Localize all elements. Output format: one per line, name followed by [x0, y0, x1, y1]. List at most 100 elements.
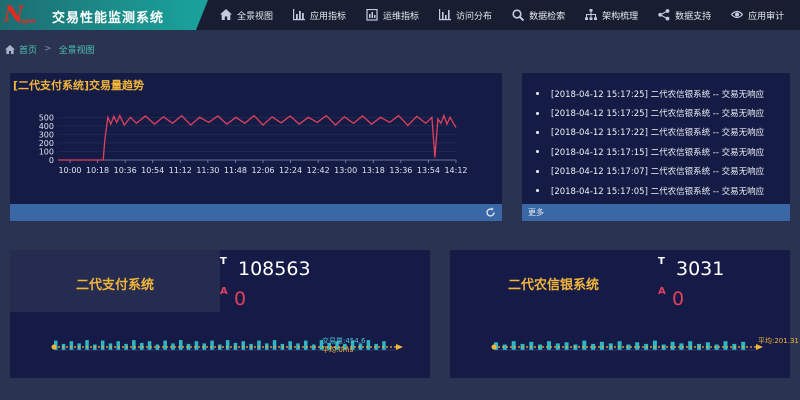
alert-log-text: [2018-04-12 15:17:15] 二代农信银系统 -- 交易无响应 [551, 147, 765, 158]
t-metric-label: T [220, 256, 227, 267]
alert-log-item[interactable]: [2018-04-12 15:17:22] 二代农信银系统 -- 交易无响应 [536, 123, 764, 142]
nav-item-6[interactable]: 架构梳理 [575, 0, 648, 30]
x-tick-label: 13:18 [362, 166, 385, 175]
alert-log-item[interactable]: [2018-04-12 15:17:07] 二代农信银系统 -- 交易无响应 [536, 162, 764, 181]
share-icon [658, 9, 670, 21]
sparkline-bar [116, 341, 120, 350]
alert-log-item[interactable]: [2018-04-12 15:17:15] 二代农信银系统 -- 交易无响应 [536, 142, 764, 161]
sparkline-bar [599, 341, 604, 351]
x-tick-label: 11:30 [196, 166, 219, 175]
sparkline-bar [741, 341, 746, 351]
system-name: 二代支付系统 [76, 278, 155, 293]
sparkline-bar [304, 340, 308, 350]
sparkline-bar [100, 340, 105, 350]
app-title: 交易性能监测系统 [52, 11, 165, 26]
top-navigation-bar: N tapm 交易性能监测系统 全景视图 应用指标 运维指标 访问分布 数据检索 架构梳理… [0, 0, 800, 30]
x-tick-label: 13:54 [417, 166, 440, 175]
y-tick-label: 100 [39, 147, 54, 156]
alert-log-text: [2018-04-12 15:17:25] 二代农信银系统 -- 交易无响应 [551, 109, 765, 120]
nav-item-label: 数据支持 [675, 11, 712, 22]
system-name: 二代农信银系统 [508, 278, 600, 293]
a-metric-label: A [220, 286, 228, 297]
nav-item-8[interactable]: 应用审计 [721, 0, 794, 30]
breadcrumb-separator: > [44, 44, 52, 54]
column-chart-icon [439, 9, 452, 21]
sparkline-bar [564, 342, 569, 350]
sparkline-bar [194, 341, 199, 350]
system-card-payment[interactable]: 二代支付系统 T 108563 A 0 交易量:454.6 平均:0ms [10, 250, 430, 378]
nav-item-1[interactable]: 全景视图 [210, 0, 283, 30]
sparkline-bar [69, 341, 74, 350]
nav-item-5[interactable]: 数据检索 [502, 0, 575, 30]
alert-log-text: [2018-04-12 15:17:05] 二代农信银系统 -- 交易无响应 [551, 186, 765, 197]
x-tick-label: 13:36 [389, 166, 412, 175]
bullet-icon [536, 111, 539, 115]
a-metric-value: 0 [672, 288, 685, 310]
refresh-icon[interactable] [485, 207, 496, 218]
sparkline-bar [272, 340, 277, 350]
sparkline-bar [210, 340, 214, 350]
alert-log-item[interactable]: [2018-04-12 15:17:25] 二代农信银系统 -- 交易无响应 [536, 84, 764, 103]
bullet-icon [536, 92, 539, 96]
x-tick-label: 12:24 [279, 166, 302, 175]
alert-log-text: [2018-04-12 15:17:25] 二代农信银系统 -- 交易无响应 [551, 89, 765, 100]
x-tick-label: 12:42 [307, 166, 330, 175]
nav-item-7[interactable]: 数据支持 [648, 0, 721, 30]
alert-log-footer: 更多 [522, 204, 790, 221]
alert-log-item[interactable]: [2018-04-12 15:17:25] 二代农信银系统 -- 交易无响应 [536, 103, 764, 122]
nav-item-4[interactable]: 访问分布 [429, 0, 502, 30]
sparkline-bar [617, 341, 622, 350]
nav-item-label: 运维指标 [383, 11, 420, 22]
sparkline-bar [511, 341, 516, 350]
breadcrumb-current: 全景视图 [58, 45, 95, 56]
x-tick-label: 13:00 [334, 166, 357, 175]
bullet-icon [536, 169, 539, 173]
more-link[interactable]: 更多 [528, 207, 544, 218]
nav-item-3[interactable]: 运维指标 [356, 0, 429, 30]
sparkline-bar [582, 340, 587, 350]
alert-log-list: [2018-04-12 15:17:25] 二代农信银系统 -- 交易无响应 [2… [536, 84, 764, 200]
breadcrumb: 首页 > 全景视图 [0, 40, 800, 58]
system-sparkline [491, 340, 763, 351]
breadcrumb-home-link[interactable]: 首页 [19, 43, 37, 56]
nav-item-label: 访问分布 [456, 11, 493, 22]
sparkline-bar [288, 341, 292, 350]
x-tick-label: 11:48 [224, 166, 247, 175]
sparkline-bar [241, 341, 245, 350]
sparkline-label-average: 平均:0ms [322, 346, 354, 354]
nav-item-2[interactable]: 应用指标 [283, 0, 356, 30]
bullet-icon [536, 189, 539, 193]
nav-item-label: 架构梳理 [602, 11, 639, 22]
brand-area[interactable]: N tapm 交易性能监测系统 [0, 0, 196, 30]
system-sparkline [51, 340, 403, 351]
alert-log-item[interactable]: [2018-04-12 15:17:05] 二代农信银系统 -- 交易无响应 [536, 181, 764, 200]
nav-item-label: 应用指标 [310, 11, 347, 22]
trend-panel: [二代支付系统]交易量趋势 0 100 200 300 400 500 10:00 10:18… [10, 73, 502, 221]
nav-item-label: 全景视图 [237, 11, 274, 22]
sparkline-start-dot [491, 344, 497, 350]
sparkline-bar [147, 341, 152, 350]
bullet-icon [536, 150, 539, 154]
x-tick-label: 12:06 [251, 166, 274, 175]
eye-icon [731, 10, 744, 19]
sparkline-bar [225, 340, 230, 350]
bullet-icon [536, 130, 539, 134]
a-metric-label: A [658, 286, 666, 297]
home-icon [220, 9, 232, 20]
trend-panel-footer [10, 204, 502, 221]
report-icon [366, 9, 378, 21]
sitemap-icon [585, 9, 598, 20]
x-tick-label: 10:18 [86, 166, 109, 175]
system-card-nongxinyin[interactable]: 二代农信银系统 T 3031 A 0 平均:201.31 [450, 250, 799, 378]
sparkline-start-dot [51, 344, 57, 350]
sparkline-bar [179, 340, 183, 350]
sparkline-bar [705, 342, 710, 350]
sparkline-bar [163, 340, 167, 350]
sparkline-bar [547, 341, 551, 350]
main-nav: 全景视图 应用指标 运维指标 访问分布 数据检索 架构梳理 数据支持 应用审计 [210, 0, 794, 30]
nav-item-label: 应用审计 [748, 11, 785, 22]
bar-chart-icon [293, 9, 306, 21]
sparkline-bar [366, 340, 371, 350]
sparkline-bar [670, 341, 675, 351]
sparkline-bar [688, 341, 693, 350]
